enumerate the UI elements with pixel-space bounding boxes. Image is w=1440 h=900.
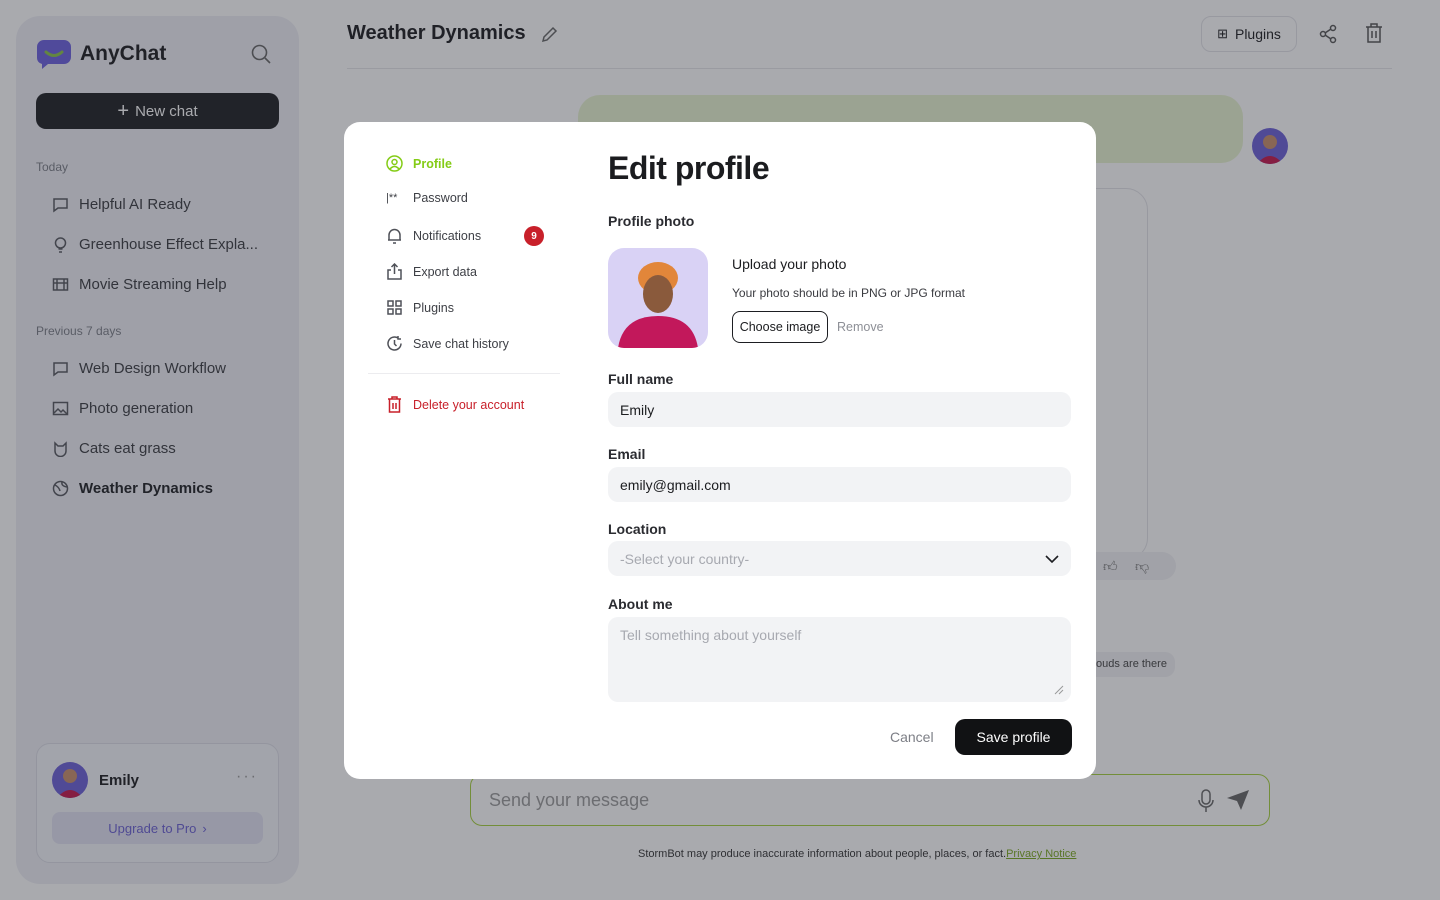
export-icon bbox=[387, 263, 402, 280]
about-textarea[interactable]: Tell something about yourself bbox=[608, 617, 1071, 702]
remove-photo-button[interactable]: Remove bbox=[837, 320, 884, 334]
upload-title: Upload your photo bbox=[732, 256, 847, 272]
nav-password[interactable]: |** Password bbox=[386, 191, 468, 205]
nav-divider bbox=[368, 373, 560, 374]
nav-profile[interactable]: Profile bbox=[386, 155, 452, 172]
about-label: About me bbox=[608, 596, 673, 612]
user-circle-icon bbox=[386, 155, 403, 172]
nav-label: Profile bbox=[413, 156, 452, 171]
upload-hint: Your photo should be in PNG or JPG forma… bbox=[732, 286, 966, 300]
nav-label: Plugins bbox=[413, 300, 454, 315]
profile-photo bbox=[608, 248, 708, 348]
nav-export[interactable]: Export data bbox=[386, 263, 477, 280]
history-icon bbox=[387, 336, 402, 351]
choose-image-button[interactable]: Choose image bbox=[732, 311, 828, 343]
trash-icon bbox=[388, 396, 401, 413]
email-input[interactable]: emily@gmail.com bbox=[608, 467, 1071, 502]
nav-label: Password bbox=[413, 191, 468, 205]
grid-icon bbox=[387, 300, 402, 315]
nav-label: Notifications bbox=[413, 228, 482, 243]
email-label: Email bbox=[608, 446, 646, 462]
cancel-button[interactable]: Cancel bbox=[890, 729, 934, 745]
location-label: Location bbox=[608, 521, 667, 537]
location-select[interactable]: -Select your country- bbox=[608, 541, 1071, 576]
nav-notifications[interactable]: Notifications bbox=[386, 227, 481, 244]
photo-label: Profile photo bbox=[608, 213, 695, 229]
resize-handle-icon[interactable] bbox=[1054, 685, 1064, 695]
fullname-input[interactable]: Emily bbox=[608, 392, 1071, 427]
notification-badge: 9 bbox=[524, 226, 544, 246]
chevron-down-icon bbox=[1045, 554, 1059, 563]
nav-save-history[interactable]: Save chat history bbox=[386, 335, 509, 352]
delete-account-button[interactable]: Delete your account bbox=[386, 396, 524, 413]
nav-label: Save chat history bbox=[413, 336, 509, 351]
nav-plugins[interactable]: Plugins bbox=[386, 299, 454, 316]
email-value: emily@gmail.com bbox=[620, 476, 731, 493]
location-placeholder: -Select your country- bbox=[620, 550, 750, 567]
modal-title: Edit profile bbox=[608, 150, 770, 186]
nav-label: Export data bbox=[413, 264, 477, 279]
save-profile-button[interactable]: Save profile bbox=[955, 719, 1072, 755]
about-placeholder: Tell something about yourself bbox=[620, 627, 802, 643]
bell-icon bbox=[388, 228, 401, 244]
password-icon: |** bbox=[386, 192, 398, 204]
fullname-label: Full name bbox=[608, 371, 674, 387]
edit-profile-modal: Profile |** Password Notifications 9 Expo… bbox=[344, 122, 1096, 779]
delete-label: Delete your account bbox=[413, 397, 525, 412]
fullname-value: Emily bbox=[620, 401, 655, 418]
